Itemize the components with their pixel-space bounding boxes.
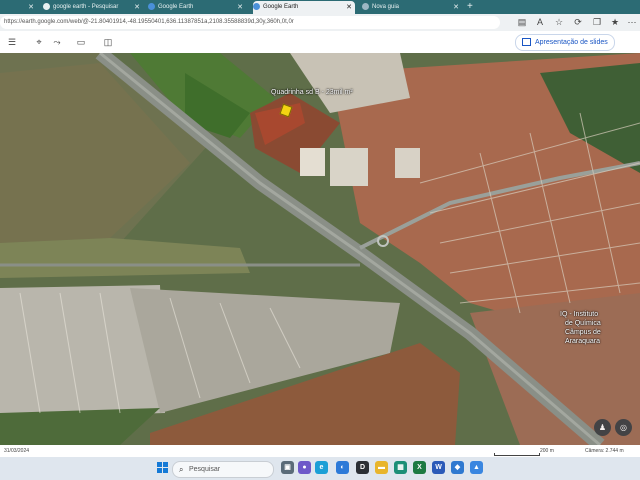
favorite-star-icon[interactable]: ☆ — [553, 16, 565, 28]
tab-label: google earth - Pesquisar — [53, 4, 119, 10]
warehouse — [300, 148, 325, 176]
tab-google-search[interactable]: google earth - Pesquisar ✕ — [43, 1, 143, 14]
menu-icon[interactable]: ☰ — [6, 36, 18, 48]
translate-icon[interactable]: A — [534, 16, 546, 28]
earth-favicon-icon — [253, 2, 260, 10]
imagery-date: 31/03/2024 — [4, 448, 30, 454]
earth-favicon-icon — [148, 2, 155, 10]
compass-icon[interactable]: ◎ — [615, 419, 632, 436]
app-icon[interactable]: ▲ — [470, 461, 483, 474]
tab-label: Google Earth — [158, 4, 194, 10]
tab-new-tab[interactable]: Nova guia ✕ — [362, 1, 462, 14]
project-icon[interactable]: ◫ — [102, 36, 114, 48]
url-text: https://earth.google.com/web/@-21.804019… — [4, 16, 304, 29]
close-icon[interactable]: ✕ — [134, 1, 140, 14]
building — [395, 148, 420, 178]
close-icon[interactable]: ✕ — [28, 1, 34, 14]
tab-label: Nova guia — [372, 4, 400, 10]
pegman-icon[interactable]: ♟ — [594, 419, 611, 436]
bing-favicon-icon — [43, 2, 50, 10]
slideshow-icon — [522, 38, 531, 47]
earth-toolbar: ☰ ⌖ ⤳ ▭ ◫ Apresentação de slides — [0, 31, 640, 54]
url-prefix: https:// — [4, 19, 23, 25]
map-label-campus[interactable]: IQ - Instituto — [560, 311, 598, 318]
map-label-campus[interactable]: Araraquara — [565, 338, 600, 345]
search-placeholder: Pesquisar — [189, 466, 221, 473]
word-icon[interactable]: W — [432, 461, 445, 474]
file-explorer-icon[interactable]: ▬ — [375, 461, 388, 474]
store-app-icon[interactable]: ▦ — [394, 461, 407, 474]
ruler-icon[interactable]: ▭ — [75, 36, 87, 48]
edge-profile-icon[interactable]: ◐ — [336, 461, 349, 474]
close-icon[interactable]: ✕ — [237, 1, 243, 14]
new-tab-button[interactable]: + — [467, 1, 473, 13]
browser-tab-bar: ✕ google earth - Pesquisar ✕ Google Earth… — [0, 0, 640, 14]
address-bar-row: https://earth.google.com/web/@-21.804019… — [0, 14, 640, 31]
refresh-icon[interactable]: ⟳ — [572, 16, 584, 28]
app-icon[interactable]: ◆ — [451, 461, 464, 474]
satellite-map[interactable]: Quadrinha sd B - 23mil m² IQ - Instituto… — [0, 53, 640, 445]
slideshow-button[interactable]: Apresentação de slides — [515, 34, 615, 51]
path-icon[interactable]: ⤳ — [51, 36, 63, 48]
taskbar: ⌕ Pesquisar ▣ ● e ◐ D ▬ ▦ X W ◆ ▲ — [0, 457, 640, 480]
chat-icon[interactable]: ● — [298, 461, 311, 474]
tab-google-earth-1[interactable]: Google Earth ✕ — [148, 1, 246, 14]
earth-status-bar: 31/03/2024 200 m Câmera: 2.744 m — [0, 445, 640, 457]
scale-bar — [494, 453, 540, 456]
edge-browser-icon[interactable]: e — [315, 461, 328, 474]
windows-start-icon[interactable] — [157, 462, 169, 474]
map-label-campus[interactable]: de Química — [565, 320, 601, 327]
collections-icon[interactable]: ❐ — [591, 16, 603, 28]
placemark-icon[interactable]: ⌖ — [33, 36, 45, 48]
favorites-icon[interactable]: ★ — [609, 16, 621, 28]
slideshow-label: Apresentação de slides — [535, 39, 608, 46]
settings-more-icon[interactable]: ⋯ — [626, 16, 638, 28]
url-field[interactable]: https://earth.google.com/web/@-21.804019… — [0, 16, 500, 29]
map-label-lot[interactable]: Quadrinha sd B - 23mil m² — [271, 89, 353, 96]
taskbar-search-input[interactable]: ⌕ Pesquisar — [172, 461, 274, 478]
tab-label: Google Earth — [263, 4, 299, 10]
url-value: earth.google.com/web/@-21.80401914,-48.1… — [22, 19, 294, 25]
tab-partial[interactable]: ✕ — [3, 1, 37, 14]
reader-mode-icon[interactable]: ▤ — [516, 16, 528, 28]
new-tab-favicon-icon — [362, 2, 369, 10]
map-imagery — [0, 53, 640, 445]
map-label-campus[interactable]: Câmpus de — [565, 329, 601, 336]
dell-app-icon[interactable]: D — [356, 461, 369, 474]
task-view-icon[interactable]: ▣ — [281, 461, 294, 474]
close-icon[interactable]: ✕ — [346, 1, 352, 14]
close-icon[interactable]: ✕ — [453, 1, 459, 14]
excel-icon[interactable]: X — [413, 461, 426, 474]
scale-label: 200 m — [540, 448, 554, 454]
search-icon: ⌕ — [179, 465, 184, 474]
warehouse — [330, 148, 368, 186]
tab-google-earth-active[interactable]: Google Earth ✕ — [253, 1, 355, 14]
camera-altitude: Câmera: 2.744 m — [585, 448, 624, 454]
